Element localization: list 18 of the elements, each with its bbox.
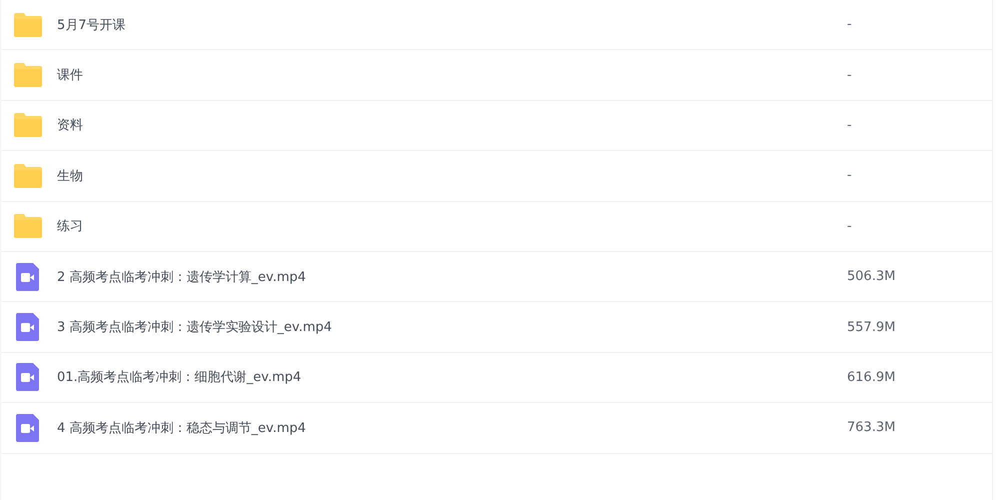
- file-name[interactable]: 生物: [57, 166, 847, 185]
- file-size: -: [847, 17, 852, 32]
- file-name[interactable]: 资料: [57, 116, 847, 134]
- file-size: 763.3M: [847, 420, 896, 436]
- file-name[interactable]: 练习: [57, 217, 847, 236]
- file-name[interactable]: 3 高频考点临考冲刺：遗传学实验设计_ev.mp4: [57, 318, 847, 336]
- file-size: -: [847, 118, 852, 133]
- file-name[interactable]: 5月7号开课: [57, 16, 847, 34]
- file-name[interactable]: 课件: [57, 66, 847, 84]
- file-name[interactable]: 4 高频考点临考冲刺：稳态与调节_ev.mp4: [57, 418, 847, 437]
- file-size: 557.9M: [847, 320, 896, 335]
- file-size: -: [847, 68, 852, 83]
- file-size: 506.3M: [847, 269, 896, 284]
- file-size: -: [847, 168, 852, 184]
- file-size: -: [847, 218, 852, 234]
- file-name[interactable]: 01.高频考点临考冲刺：细胞代谢_ev.mp4: [57, 368, 847, 386]
- file-size: 616.9M: [847, 370, 896, 385]
- file-name[interactable]: 2 高频考点临考冲刺：遗传学计算_ev.mp4: [57, 268, 847, 286]
